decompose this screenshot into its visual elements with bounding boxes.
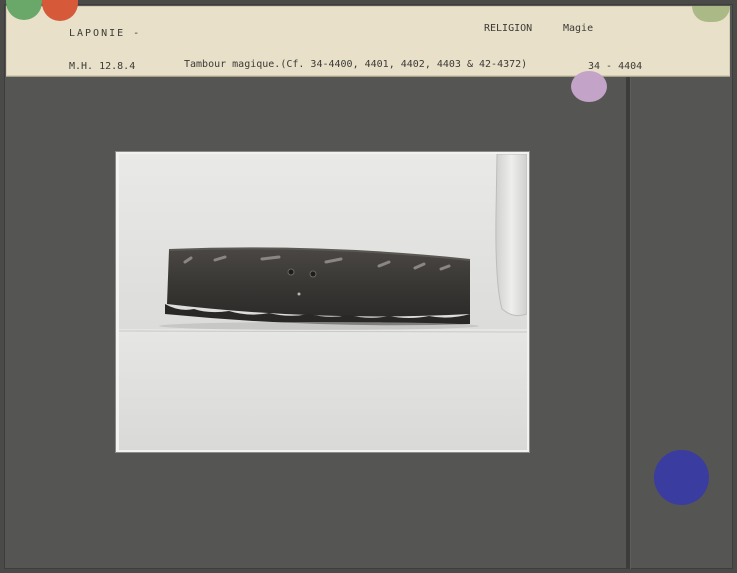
inventory-number: 34 - 4404 <box>588 61 643 72</box>
drum-photo <box>119 154 527 450</box>
object-title: Tambour magique.(Cf. 34-4400, 4401, 4402… <box>184 59 528 70</box>
category-text: RELIGION <box>484 23 533 34</box>
blue-sticker-dot <box>654 450 709 505</box>
mount-fold-line <box>626 76 630 569</box>
drum-photo-image <box>119 154 527 450</box>
catalog-label: LAPONIE - RELIGION Magie M.H. 12.8.4 Tam… <box>6 6 730 76</box>
subcategory-text: Magie <box>563 23 594 34</box>
region-text: LAPONIE - <box>69 28 142 39</box>
reference-text: M.H. 12.8.4 <box>69 61 136 72</box>
photo-frame <box>116 152 529 452</box>
lilac-sticker-dot <box>571 71 607 102</box>
